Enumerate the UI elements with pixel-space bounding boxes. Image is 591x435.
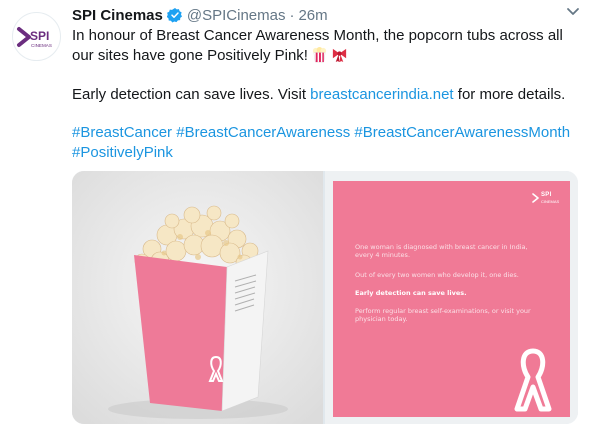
tweet-timestamp[interactable]: 26m (298, 7, 327, 24)
tweet-header: SPI Cinemas @SPICinemas · 26m (72, 5, 328, 25)
tweet-text-line2-prefix: Early detection can save lives. Visit (72, 86, 311, 103)
photo-awareness-card[interactable]: SPI CINEMAS One woman is diagnosed with … (325, 171, 578, 424)
tweet-text-paragraph-1: In honour of Breast Cancer Awareness Mon… (72, 26, 577, 66)
hashtag-list: #BreastCancer #BreastCancerAwareness #Br… (72, 123, 577, 163)
tweet-text-line2-suffix: for more details. (453, 86, 566, 103)
hashtag-positivelypink[interactable]: #PositivelyPink (72, 144, 173, 161)
card-text-line4: Perform regular breast self-examinations… (355, 307, 531, 323)
chevron-down-icon[interactable] (566, 7, 580, 17)
verified-badge-icon (166, 8, 182, 23)
avatar-logo-text: SPI (30, 29, 49, 43)
card-logo-sub: CINEMAS (541, 199, 560, 204)
hashtag-breastcancerawareness[interactable]: #BreastCancerAwareness (176, 124, 350, 141)
awareness-ribbon-icon (514, 348, 552, 412)
card-text-line1: One woman is diagnosed with breast cance… (355, 243, 528, 259)
tweet-media: SPI CINEMAS One woman is diagnosed with … (72, 171, 578, 424)
ribbon-icon (332, 48, 347, 63)
tweet[interactable]: SPI CINEMAS SPI Cinemas @SPICinemas · 26… (0, 0, 591, 435)
popcorn-tub-illustration (72, 171, 323, 424)
card-text-line2: Out of every two women who develop it, o… (355, 271, 519, 279)
popcorn-icon (312, 46, 327, 63)
card-logo-text: SPI (541, 192, 552, 198)
avatar[interactable]: SPI CINEMAS (12, 12, 61, 61)
author-handle[interactable]: @SPICinemas (187, 7, 286, 24)
awareness-card: SPI CINEMAS One woman is diagnosed with … (333, 181, 570, 417)
avatar-logo-sub: CINEMAS (31, 43, 52, 48)
spi-logo-icon: SPI CINEMAS (17, 27, 52, 48)
photo-popcorn-tub[interactable] (72, 171, 323, 424)
hashtag-breastcancer[interactable]: #BreastCancer (72, 124, 172, 141)
separator-dot: · (289, 6, 295, 24)
author-name[interactable]: SPI Cinemas (72, 7, 163, 24)
external-link[interactable]: breastcancerindia.net (310, 86, 453, 103)
card-text-line3: Early detection can save lives. (355, 289, 467, 297)
hashtag-breastcancerawarenessmonth[interactable]: #BreastCancerAwarenessMonth (354, 124, 570, 141)
tweet-text-paragraph-2: Early detection can save lives. Visit br… (72, 85, 577, 105)
